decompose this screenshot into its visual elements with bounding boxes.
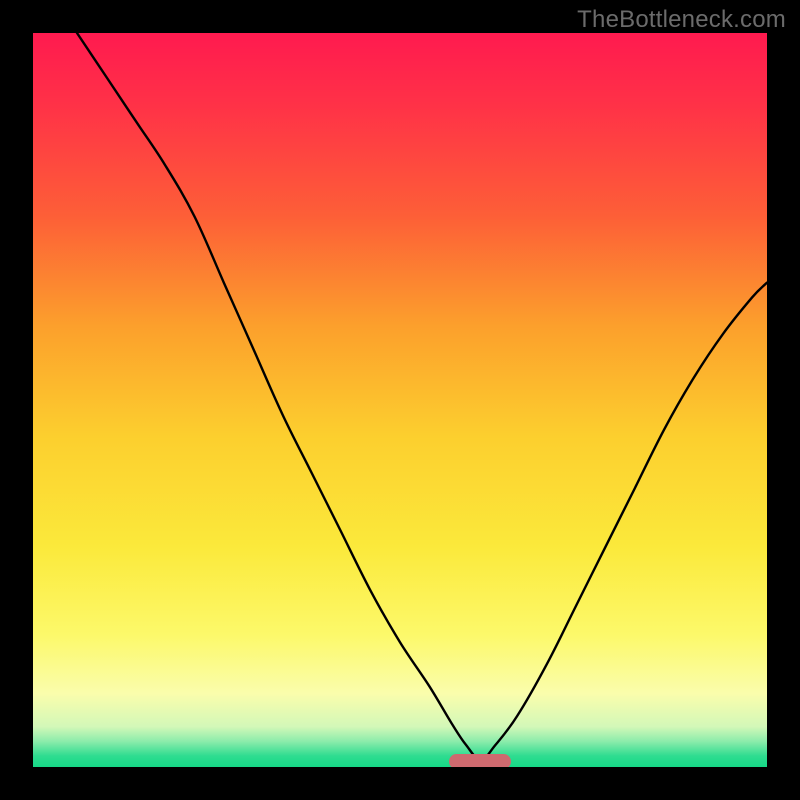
watermark-text: TheBottleneck.com [577,6,786,34]
chart-frame: TheBottleneck.com [0,0,800,800]
plot-area [33,33,767,767]
bottleneck-curve [33,33,767,767]
curve-path [77,33,767,760]
optimal-marker [449,754,511,767]
